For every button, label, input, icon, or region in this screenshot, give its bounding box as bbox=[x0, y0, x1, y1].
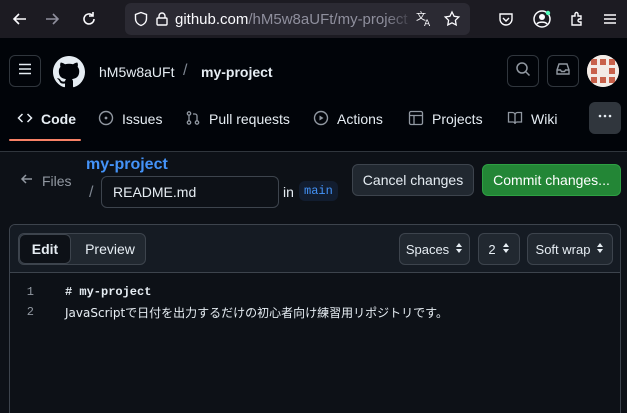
issue-icon bbox=[98, 110, 114, 129]
forward-arrow-icon[interactable] bbox=[38, 5, 66, 33]
pull-request-icon bbox=[185, 110, 201, 129]
url-bar[interactable]: github.com/hM5w8aUFt/my-project 文A bbox=[125, 3, 470, 35]
more-tabs-button[interactable] bbox=[589, 102, 621, 134]
tab-label: Projects bbox=[432, 111, 483, 127]
url-fade bbox=[385, 3, 415, 35]
breadcrumb-repo-link[interactable]: my-project bbox=[86, 156, 168, 174]
owner-repo-separator: / bbox=[183, 62, 188, 79]
indent-size-select[interactable]: 2 bbox=[478, 233, 520, 265]
pocket-icon[interactable] bbox=[494, 7, 518, 31]
sort-arrows-icon bbox=[596, 242, 604, 257]
edit-preview-toggle: Edit Preview bbox=[18, 233, 146, 265]
tab-issues[interactable]: Issues bbox=[98, 100, 162, 138]
tab-code[interactable]: Code bbox=[17, 100, 76, 138]
account-icon[interactable] bbox=[530, 7, 554, 31]
kebab-horizontal-icon bbox=[597, 108, 613, 129]
browser-toolbar: github.com/hM5w8aUFt/my-project 文A bbox=[0, 0, 627, 38]
tab-projects[interactable]: Projects bbox=[408, 100, 483, 138]
github-logo-icon[interactable] bbox=[53, 56, 85, 88]
edit-tab[interactable]: Edit bbox=[19, 234, 71, 264]
extensions-icon[interactable] bbox=[565, 7, 589, 31]
commit-changes-button[interactable]: Commit changes... bbox=[482, 164, 621, 196]
url-text[interactable]: github.com/hM5w8aUFt/my-project bbox=[175, 11, 408, 28]
avatar[interactable] bbox=[587, 55, 619, 87]
repo-owner-link[interactable]: hM5w8aUFt bbox=[99, 64, 174, 80]
table-icon bbox=[408, 110, 424, 129]
tab-wiki[interactable]: Wiki bbox=[507, 100, 557, 138]
svg-text:A: A bbox=[424, 19, 431, 28]
sort-arrows-icon bbox=[455, 242, 463, 257]
tab-pull-requests[interactable]: Pull requests bbox=[185, 100, 290, 138]
branch-badge: main bbox=[299, 181, 338, 201]
files-link[interactable]: Files bbox=[20, 172, 72, 189]
inbox-icon bbox=[555, 61, 571, 82]
lock-icon[interactable] bbox=[155, 11, 169, 32]
hamburger-menu-button[interactable] bbox=[9, 55, 41, 87]
tab-label: Issues bbox=[122, 111, 163, 127]
back-arrow-icon[interactable] bbox=[6, 5, 34, 33]
indent-mode-value: Spaces bbox=[405, 241, 450, 257]
filename-input[interactable] bbox=[101, 176, 279, 208]
translate-icon[interactable]: 文A bbox=[415, 10, 433, 33]
indent-mode-select[interactable]: Spaces bbox=[399, 233, 470, 265]
files-link-label: Files bbox=[42, 172, 72, 189]
tab-actions[interactable]: Actions bbox=[313, 100, 383, 138]
arrow-left-icon bbox=[20, 172, 34, 189]
line-number: 2 bbox=[26, 305, 34, 319]
bookmark-star-icon[interactable] bbox=[443, 10, 461, 33]
preview-tab[interactable]: Preview bbox=[75, 234, 145, 264]
code-editor: Edit Preview Spaces 2 Soft wrap 1 # my-p… bbox=[9, 224, 621, 413]
indent-size-value: 2 bbox=[488, 241, 496, 257]
code-icon bbox=[17, 110, 33, 129]
tab-label: Code bbox=[41, 111, 76, 127]
book-icon bbox=[507, 110, 523, 129]
in-label: in bbox=[283, 184, 294, 200]
search-button[interactable] bbox=[507, 55, 539, 87]
cancel-changes-button[interactable]: Cancel changes bbox=[352, 164, 474, 196]
code-line[interactable]: # my-project bbox=[65, 285, 151, 299]
active-tab-underline bbox=[9, 139, 81, 141]
editor-toolbar: Edit Preview Spaces 2 Soft wrap bbox=[10, 225, 620, 273]
github-header: hM5w8aUFt / my-project Code Issues Pull … bbox=[0, 38, 627, 152]
code-line[interactable]: JavaScriptで日付を出力するだけの初心者向け練習用リポジトリです。 bbox=[65, 304, 448, 321]
line-number: 1 bbox=[26, 285, 34, 299]
reload-icon[interactable] bbox=[75, 5, 103, 33]
wrap-mode-select[interactable]: Soft wrap bbox=[527, 233, 613, 265]
path-separator: / bbox=[89, 184, 94, 201]
tab-label: Wiki bbox=[531, 111, 558, 127]
menu-icon[interactable] bbox=[598, 7, 622, 31]
search-icon bbox=[515, 61, 531, 82]
wrap-mode-value: Soft wrap bbox=[535, 241, 591, 257]
shield-icon[interactable] bbox=[133, 11, 149, 32]
play-icon bbox=[313, 110, 329, 129]
repo-nav-tabs: Code Issues Pull requests Actions Projec… bbox=[0, 100, 627, 140]
repo-name-link[interactable]: my-project bbox=[201, 64, 273, 80]
inbox-button[interactable] bbox=[547, 55, 579, 87]
tab-label: Pull requests bbox=[209, 111, 290, 127]
hamburger-icon bbox=[17, 61, 33, 82]
tab-label: Actions bbox=[337, 111, 383, 127]
sort-arrows-icon bbox=[502, 242, 510, 257]
